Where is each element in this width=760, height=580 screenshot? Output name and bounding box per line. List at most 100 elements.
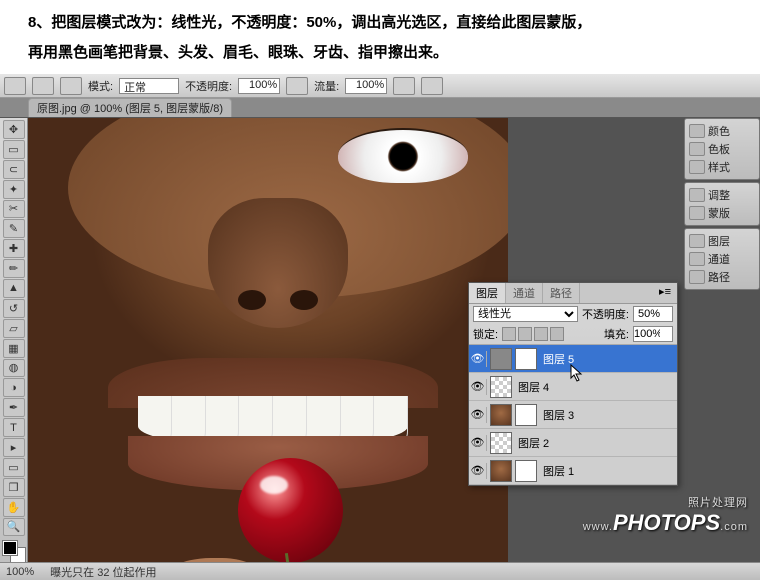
brush-panel-toggle-icon[interactable] [60,77,82,95]
layer-thumbnail[interactable] [490,404,512,426]
dodge-tool[interactable]: ◑ [3,378,25,397]
layer-mask-thumbnail[interactable] [515,460,537,482]
paths-btn-label[interactable]: 路径 [708,269,730,285]
layer-fill-input[interactable] [633,326,673,342]
path-selection-tool[interactable]: ▸ [3,438,25,457]
layer-thumbnail[interactable] [490,376,512,398]
photoshop-window: 模式: 正常 不透明度: 100% 流量: 100% 原图.jpg @ 100%… [0,74,760,580]
layer-opacity-input[interactable] [633,306,673,322]
blur-tool[interactable]: ◍ [3,359,25,378]
layer-mask-thumbnail[interactable] [515,404,537,426]
layer-row[interactable]: 👁 图层 1 [469,457,677,485]
layer-thumbnail[interactable] [490,460,512,482]
flow-input[interactable]: 100% [345,78,387,94]
masks-icon[interactable] [689,206,705,220]
eraser-tool[interactable]: ▱ [3,319,25,338]
brush-tool-icon[interactable] [4,77,26,95]
color-swatch-styles-panel: 颜色 色板 样式 [684,118,760,180]
layers-btn-label[interactable]: 图层 [708,233,730,249]
gradient-tool[interactable]: ▦ [3,339,25,358]
history-brush-tool[interactable]: ↺ [3,299,25,318]
visibility-eye-icon[interactable]: 👁 [471,351,487,367]
shape-tool[interactable]: ▭ [3,458,25,477]
swatches-label[interactable]: 色板 [708,141,730,157]
styles-label[interactable]: 样式 [708,159,730,175]
brush-tool[interactable]: ✏ [3,259,25,278]
layers-btn-icon[interactable] [689,234,705,248]
channels-btn-icon[interactable] [689,252,705,266]
layer-name[interactable]: 图层 3 [540,407,675,423]
layer-mask-thumbnail[interactable] [515,348,537,370]
layer-name[interactable]: 图层 2 [515,435,675,451]
tab-paths[interactable]: 路径 [543,283,580,303]
magic-wand-tool[interactable]: ✦ [3,180,25,199]
tablet-opacity-icon[interactable] [286,77,308,95]
document-canvas[interactable] [28,118,508,562]
opacity-label: 不透明度: [185,78,232,94]
adjustments-icon[interactable] [689,188,705,202]
color-swatches[interactable] [3,541,25,562]
paths-btn-icon[interactable] [689,270,705,284]
visibility-eye-icon[interactable]: 👁 [471,463,487,479]
document-tab[interactable]: 原图.jpg @ 100% (图层 5, 图层蒙版/8) [28,98,232,117]
layer-row[interactable]: 👁 图层 2 [469,429,677,457]
watermark-www: www. [583,521,613,533]
visibility-eye-icon[interactable]: 👁 [471,407,487,423]
crop-tool[interactable]: ✂ [3,200,25,219]
status-info: 曝光只在 32 位起作用 [50,564,156,580]
adjustments-label[interactable]: 调整 [708,187,730,203]
layer-row[interactable]: 👁 图层 3 [469,401,677,429]
panel-menu-icon[interactable]: ▸≡ [653,283,677,303]
lock-pixels-icon[interactable] [518,327,532,341]
tab-channels[interactable]: 通道 [506,283,543,303]
lock-all-icon[interactable] [550,327,564,341]
layers-panel: 图层 通道 路径 ▸≡ 线性光 不透明度: 锁定: 填充: 👁 [468,282,678,486]
brush-preset-picker[interactable] [32,77,54,95]
photo-cherry [238,458,343,562]
zoom-tool[interactable]: 🔍 [3,518,25,537]
foreground-color-swatch[interactable] [3,541,17,555]
tab-layers[interactable]: 图层 [469,283,506,303]
layer-row[interactable]: 👁 图层 4 [469,373,677,401]
layer-list: 👁 图层 5 👁 图层 4 👁 图层 3 👁 图层 2 [469,344,677,485]
photo-eye [338,128,468,183]
lock-transparency-icon[interactable] [502,327,516,341]
swatches-icon[interactable] [689,142,705,156]
marquee-tool[interactable]: ▭ [3,140,25,159]
masks-label[interactable]: 蒙版 [708,205,730,221]
colors-icon[interactable] [689,124,705,138]
layer-thumbnail[interactable] [490,432,512,454]
lock-label: 锁定: [473,326,498,342]
pen-tool[interactable]: ✒ [3,398,25,417]
healing-brush-tool[interactable]: ✚ [3,239,25,258]
styles-icon[interactable] [689,160,705,174]
blend-mode-select[interactable]: 正常 [119,78,179,94]
layer-thumbnail[interactable] [490,348,512,370]
visibility-eye-icon[interactable]: 👁 [471,379,487,395]
photo-nostril [290,290,318,310]
flow-label: 流量: [314,78,339,94]
hand-tool[interactable]: ✋ [3,498,25,517]
airbrush-icon[interactable] [393,77,415,95]
channels-btn-label[interactable]: 通道 [708,251,730,267]
colors-label[interactable]: 颜色 [708,123,730,139]
lasso-tool[interactable]: ⊂ [3,160,25,179]
instruction-line-1: 8、把图层模式改为：线性光，不透明度：50%，调出高光选区，直接给此图层蒙版， [28,14,591,31]
layer-name[interactable]: 图层 1 [540,463,675,479]
zoom-level[interactable]: 100% [6,566,34,578]
tablet-pressure-icon[interactable] [421,77,443,95]
visibility-eye-icon[interactable]: 👁 [471,435,487,451]
clone-stamp-tool[interactable]: ▲ [3,279,25,298]
move-tool[interactable]: ✥ [3,120,25,139]
type-tool[interactable]: T [3,418,25,437]
lock-position-icon[interactable] [534,327,548,341]
eyedropper-tool[interactable]: ✎ [3,219,25,238]
opacity-input[interactable]: 100% [238,78,280,94]
layer-name[interactable]: 图层 4 [515,379,675,395]
3d-tool[interactable]: ❒ [3,478,25,497]
layers-channels-paths-panel: 图层 通道 路径 [684,228,760,290]
layer-row[interactable]: 👁 图层 5 [469,345,677,373]
layer-name[interactable]: 图层 5 [540,351,675,367]
layer-blend-mode-select[interactable]: 线性光 [473,306,578,322]
status-bar: 100% 曝光只在 32 位起作用 [0,562,760,580]
